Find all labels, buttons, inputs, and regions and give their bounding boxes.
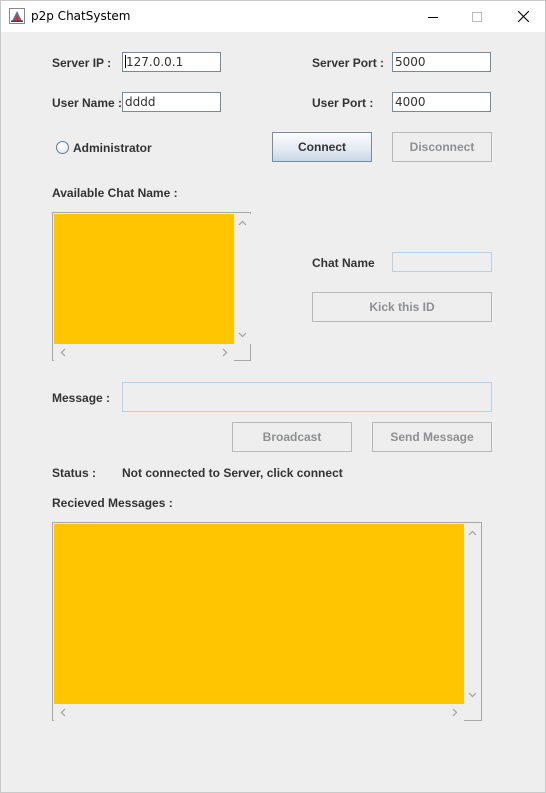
server-port-label: Server Port : [312,56,385,70]
chat-system-window: p2p ChatSystem Server IP : 127.0.0.1 Ser… [0,0,546,793]
user-name-field[interactable]: dddd [122,92,221,112]
disconnect-button[interactable]: Disconnect [392,132,492,162]
user-port-value: 4000 [395,95,426,109]
scroll-down-icon[interactable] [238,332,247,338]
chat-name-vertical-scrollbar[interactable] [234,214,251,344]
java-cup-icon [9,8,25,24]
close-button[interactable] [500,1,546,32]
received-messages-pane [52,522,482,721]
maximize-button[interactable] [454,1,500,32]
close-icon [517,11,529,22]
send-message-button[interactable]: Send Message [372,422,492,452]
user-name-label: User Name : [52,96,123,110]
connect-button[interactable]: Connect [272,132,372,162]
server-port-value: 5000 [395,55,426,69]
chat-name-list[interactable] [54,214,234,344]
status-label: Status : [52,466,97,480]
status-text: Not connected to Server, click connect [122,466,343,480]
server-port-field[interactable]: 5000 [392,52,491,72]
minimize-button[interactable] [410,1,456,32]
scroll-left-icon[interactable] [60,708,66,717]
user-port-label: User Port : [312,96,374,110]
scroll-left-icon[interactable] [60,348,66,357]
minimize-icon [428,16,438,18]
received-horizontal-scrollbar[interactable] [54,704,464,721]
chat-name-list-pane [52,212,251,361]
broadcast-button[interactable]: Broadcast [232,422,352,452]
chat-name-label: Chat Name [312,256,375,270]
kick-id-button[interactable]: Kick this ID [312,292,492,322]
server-ip-field[interactable]: 127.0.0.1 [122,52,221,72]
received-messages-area[interactable] [54,524,464,704]
title-bar[interactable]: p2p ChatSystem [1,1,545,32]
window-title: p2p ChatSystem [31,9,131,23]
user-name-value: dddd [125,95,156,109]
message-field[interactable] [122,382,492,412]
chat-name-field[interactable] [392,252,492,272]
user-port-field[interactable]: 4000 [392,92,491,112]
scroll-up-icon[interactable] [238,220,247,226]
received-messages-label: Recieved Messages : [52,496,173,510]
administrator-label[interactable]: Administrator [73,141,152,155]
available-chat-name-label: Available Chat Name : [52,186,178,200]
scroll-down-icon[interactable] [468,692,477,698]
server-ip-value: 127.0.0.1 [126,55,184,69]
scroll-right-icon[interactable] [452,708,458,717]
scroll-up-icon[interactable] [468,530,477,536]
maximize-icon [472,11,482,22]
scroll-right-icon[interactable] [222,348,228,357]
administrator-radio[interactable] [56,141,69,154]
message-label: Message : [52,391,111,405]
server-ip-label: Server IP : [52,56,112,70]
received-vertical-scrollbar[interactable] [464,524,481,704]
chat-name-horizontal-scrollbar[interactable] [54,344,234,361]
